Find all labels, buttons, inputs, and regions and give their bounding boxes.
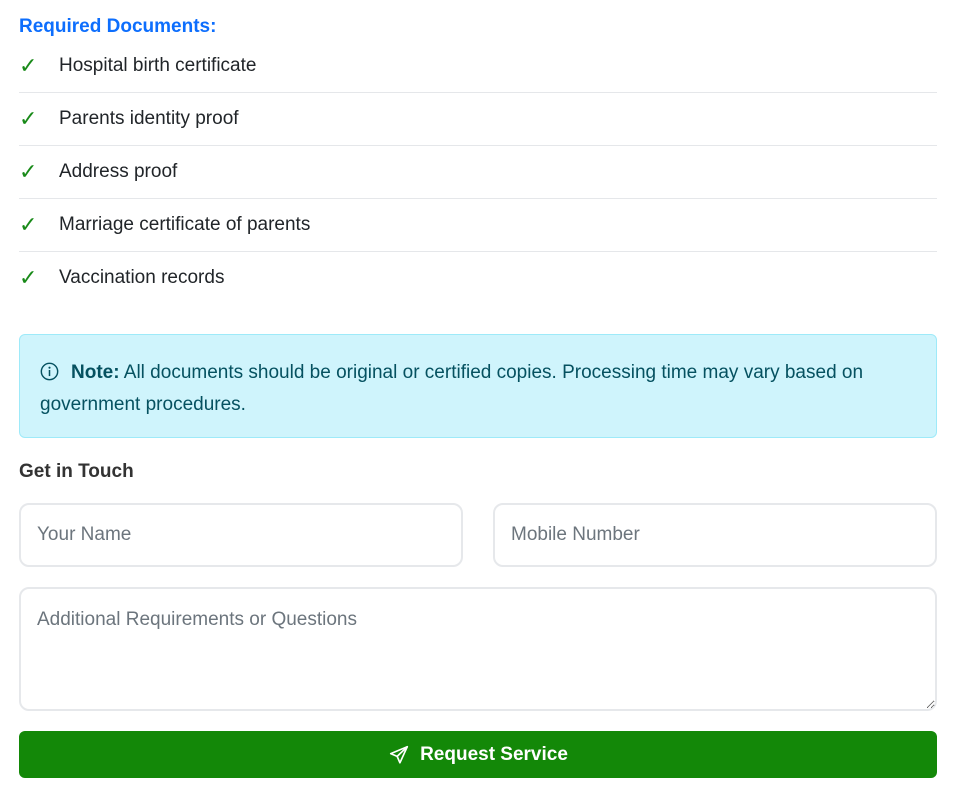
list-item: ✓ Vaccination records [19,252,937,304]
name-mobile-row [19,503,937,567]
check-icon: ✓ [19,106,38,131]
info-circle-icon [40,362,59,381]
get-in-touch-heading: Get in Touch [19,461,134,482]
service-page: Required Documents: ✓ Hospital birth cer… [19,0,937,778]
request-service-label: Request Service [420,743,568,765]
send-icon [389,745,409,764]
document-label: Parents identity proof [59,108,239,129]
document-label: Address proof [59,161,178,182]
check-icon: ✓ [19,265,38,290]
list-item: ✓ Hospital birth certificate [19,40,937,93]
document-label: Hospital birth certificate [59,55,257,76]
check-icon: ✓ [19,53,38,78]
check-icon: ✓ [19,159,38,184]
requirements-textarea[interactable] [19,587,937,711]
contact-form: Request Service [19,503,937,778]
mobile-input[interactable] [493,503,937,567]
name-input[interactable] [19,503,463,567]
list-item: ✓ Address proof [19,146,937,199]
list-item: ✓ Parents identity proof [19,93,937,146]
note-alert: Note: All documents should be original o… [19,334,937,438]
request-service-button[interactable]: Request Service [19,731,937,778]
required-documents-heading: Required Documents: [19,16,217,37]
note-text: All documents should be original or cert… [40,362,864,415]
list-item: ✓ Marriage certificate of parents [19,199,937,252]
document-label: Vaccination records [59,267,225,288]
document-label: Marriage certificate of parents [59,214,311,235]
check-icon: ✓ [19,212,38,237]
required-documents-list: ✓ Hospital birth certificate ✓ Parents i… [19,40,937,304]
note-label: Note: [71,362,120,383]
